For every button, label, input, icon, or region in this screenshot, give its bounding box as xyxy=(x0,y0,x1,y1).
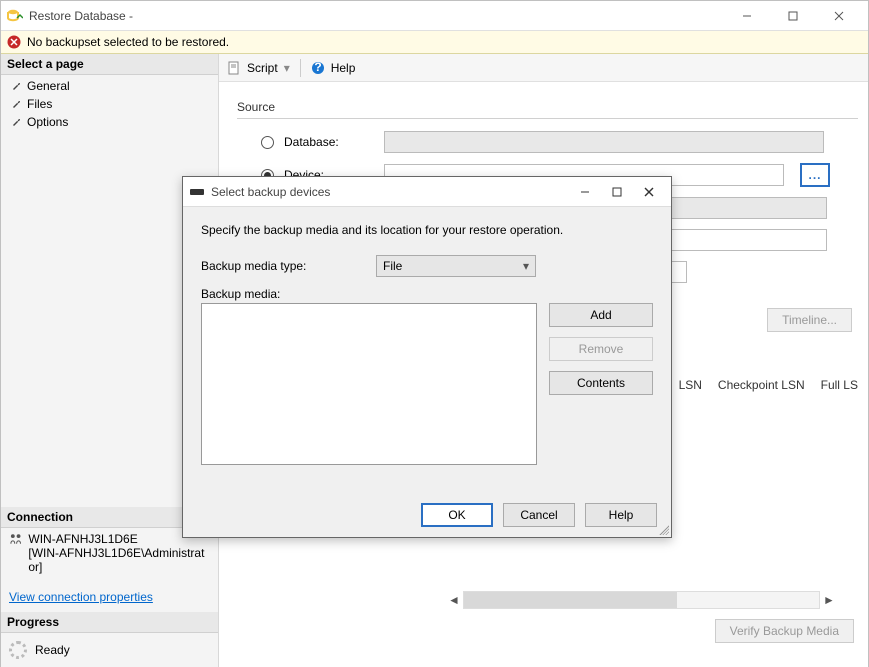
modal-title: Select backup devices xyxy=(211,185,569,199)
source-divider xyxy=(237,118,858,119)
column-full: Full LS xyxy=(821,378,858,392)
remove-button[interactable]: Remove xyxy=(549,337,653,361)
database-restore-icon xyxy=(7,8,23,24)
svg-text:?: ? xyxy=(314,61,321,74)
progress-text: Ready xyxy=(35,643,70,657)
view-connection-link[interactable]: View connection properties xyxy=(9,590,153,604)
media-listbox[interactable] xyxy=(201,303,537,465)
ok-button[interactable]: OK xyxy=(421,503,493,527)
progress-spinner-icon xyxy=(9,641,27,659)
device-icon xyxy=(189,187,205,197)
main-titlebar[interactable]: Restore Database - xyxy=(1,1,868,31)
database-radio[interactable] xyxy=(261,136,274,149)
modal-titlebar[interactable]: Select backup devices xyxy=(183,177,671,207)
progress-header: Progress xyxy=(1,612,218,633)
page-options[interactable]: Options xyxy=(1,113,218,131)
database-combo[interactable] xyxy=(384,131,824,153)
modal-minimize-button[interactable] xyxy=(569,178,601,206)
close-button[interactable] xyxy=(816,2,862,30)
select-backup-devices-dialog: Select backup devices Specify the backup… xyxy=(182,176,672,538)
main-title: Restore Database - xyxy=(29,9,724,23)
scroll-right-icon[interactable]: ► xyxy=(820,591,838,609)
page-label: Files xyxy=(27,97,52,111)
media-type-label: Backup media type: xyxy=(201,259,376,273)
login-name: [WIN-AFNHJ3L1D6E\Administrator] xyxy=(28,546,210,574)
column-checkpoint: Checkpoint LSN xyxy=(718,378,805,392)
connection-icon xyxy=(9,532,22,546)
warning-bar: No backupset selected to be restored. xyxy=(1,31,868,54)
contents-button[interactable]: Contents xyxy=(549,371,653,395)
page-label: General xyxy=(27,79,70,93)
script-button[interactable]: Script xyxy=(247,61,278,75)
database-radio-label: Database: xyxy=(284,135,374,149)
script-dropdown-icon[interactable]: ▾ xyxy=(284,61,290,75)
modal-instruction: Specify the backup media and its locatio… xyxy=(201,223,653,237)
page-general[interactable]: General xyxy=(1,77,218,95)
cancel-button[interactable]: Cancel xyxy=(503,503,575,527)
chevron-down-icon: ▾ xyxy=(523,259,529,273)
backup-grid-headers: LSN Checkpoint LSN Full LS xyxy=(679,378,858,392)
add-button[interactable]: Add xyxy=(549,303,653,327)
device-browse-button[interactable]: ... xyxy=(800,163,830,187)
page-files[interactable]: Files xyxy=(1,95,218,113)
warning-text: No backupset selected to be restored. xyxy=(27,35,229,49)
page-label: Options xyxy=(27,115,68,129)
media-type-value: File xyxy=(383,259,402,273)
minimize-button[interactable] xyxy=(724,2,770,30)
content-toolbar: Script ▾ ? Help xyxy=(219,54,868,82)
media-type-select[interactable]: File ▾ xyxy=(376,255,536,277)
help-icon: ? xyxy=(311,61,325,75)
source-header: Source xyxy=(237,100,858,114)
column-lsn: LSN xyxy=(679,378,702,392)
maximize-button[interactable] xyxy=(770,2,816,30)
wrench-icon xyxy=(11,98,23,110)
help-button[interactable]: Help xyxy=(331,61,356,75)
wrench-icon xyxy=(11,116,23,128)
wrench-icon xyxy=(11,80,23,92)
grid-horizontal-scrollbar[interactable]: ◄ ► xyxy=(445,591,838,609)
source-database-row: Database: xyxy=(261,131,858,153)
error-icon xyxy=(7,35,21,49)
toolbar-separator xyxy=(300,59,301,77)
verify-backup-button[interactable]: Verify Backup Media xyxy=(715,619,854,643)
modal-maximize-button[interactable] xyxy=(601,178,633,206)
media-label: Backup media: xyxy=(201,287,376,301)
modal-help-button[interactable]: Help xyxy=(585,503,657,527)
resize-grip[interactable] xyxy=(657,523,669,535)
select-page-header: Select a page xyxy=(1,54,218,75)
scroll-left-icon[interactable]: ◄ xyxy=(445,591,463,609)
timeline-button[interactable]: Timeline... xyxy=(767,308,852,332)
script-icon xyxy=(227,61,241,75)
modal-close-button[interactable] xyxy=(633,178,665,206)
